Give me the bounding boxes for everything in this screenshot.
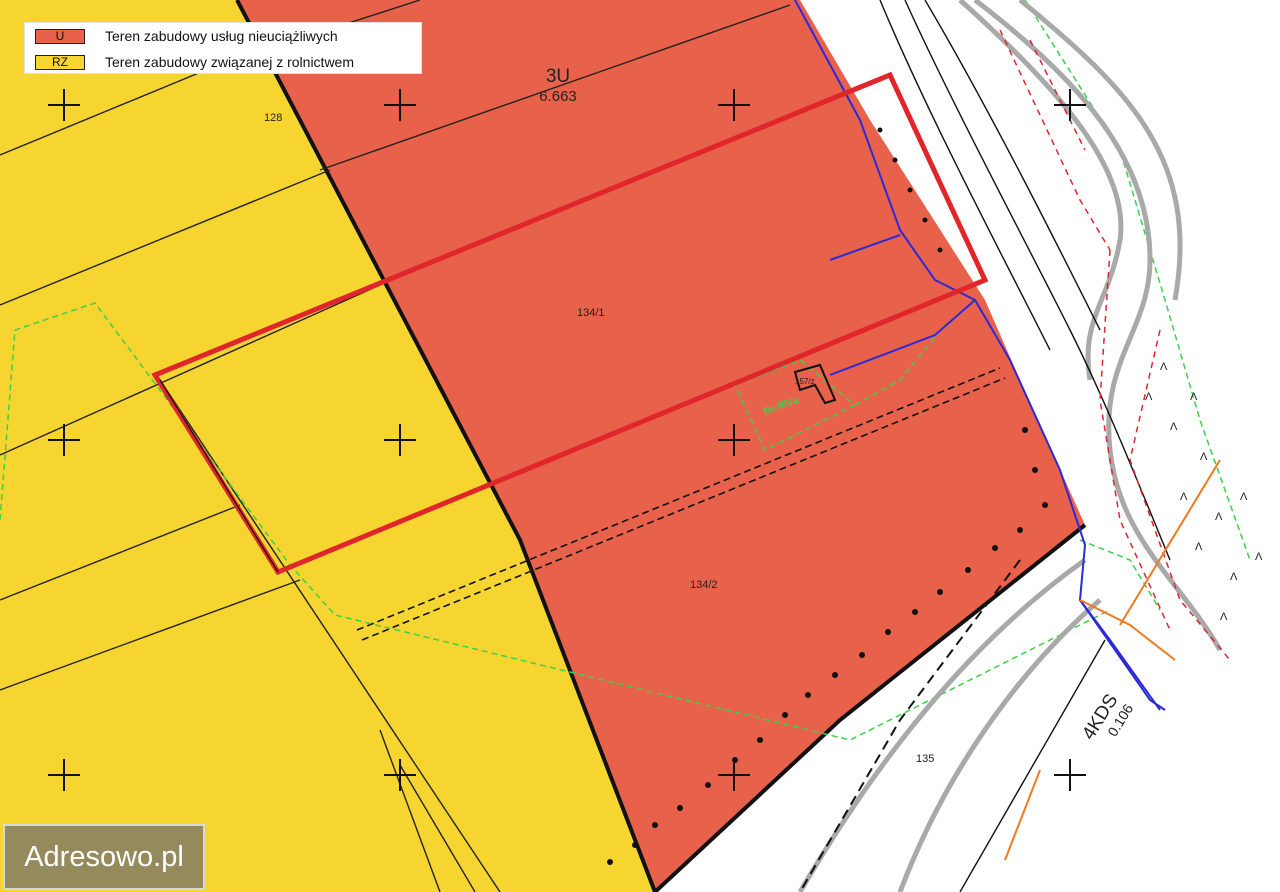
legend-swatch-service: U (35, 28, 85, 44)
svg-text:Λ: Λ (1195, 541, 1203, 553)
legend-row-service: U Teren zabudowy usług nieuciążliwych (35, 27, 338, 45)
legend-label-agri: Teren zabudowy związanej z rolnictwem (105, 54, 354, 70)
svg-text:Λ: Λ (1220, 611, 1228, 623)
parcel-157-label: 157/z (795, 377, 815, 386)
watermark-badge: Adresowo.pl (3, 824, 205, 890)
parcel-128-label: 128 (264, 112, 282, 124)
svg-text:Λ: Λ (1170, 421, 1178, 433)
svg-text:Λ: Λ (1255, 551, 1263, 563)
map-legend: U Teren zabudowy usług nieuciążliwych RZ… (24, 22, 422, 74)
svg-text:Λ: Λ (1145, 391, 1153, 403)
parcel-135-label: 135 (916, 753, 934, 765)
legend-label-service: Teren zabudowy usług nieuciążliwych (105, 28, 338, 44)
zoning-map[interactable]: ΛΛΛ ΛΛΛ ΛΛΛ ΛΛΛ 3U 6.663 4KDS 0.106 128 … (0, 0, 1280, 892)
legend-swatch-agri: RZ (35, 54, 85, 70)
svg-text:Λ: Λ (1190, 391, 1198, 403)
svg-text:Λ: Λ (1240, 491, 1248, 503)
svg-text:Λ: Λ (1200, 451, 1208, 463)
svg-text:Λ: Λ (1160, 361, 1168, 373)
service-zone-id: 3U (546, 66, 570, 87)
svg-text:Λ: Λ (1180, 491, 1188, 503)
svg-text:Λ: Λ (1230, 571, 1238, 583)
service-zone-area-value: 6.663 (539, 88, 577, 105)
parcel-134-2-label: 134/2 (690, 579, 718, 591)
legend-row-agri: RZ Teren zabudowy związanej z rolnictwem (35, 53, 354, 71)
parcel-134-1-label: 134/1 (577, 307, 605, 319)
svg-text:Λ: Λ (1215, 511, 1223, 523)
